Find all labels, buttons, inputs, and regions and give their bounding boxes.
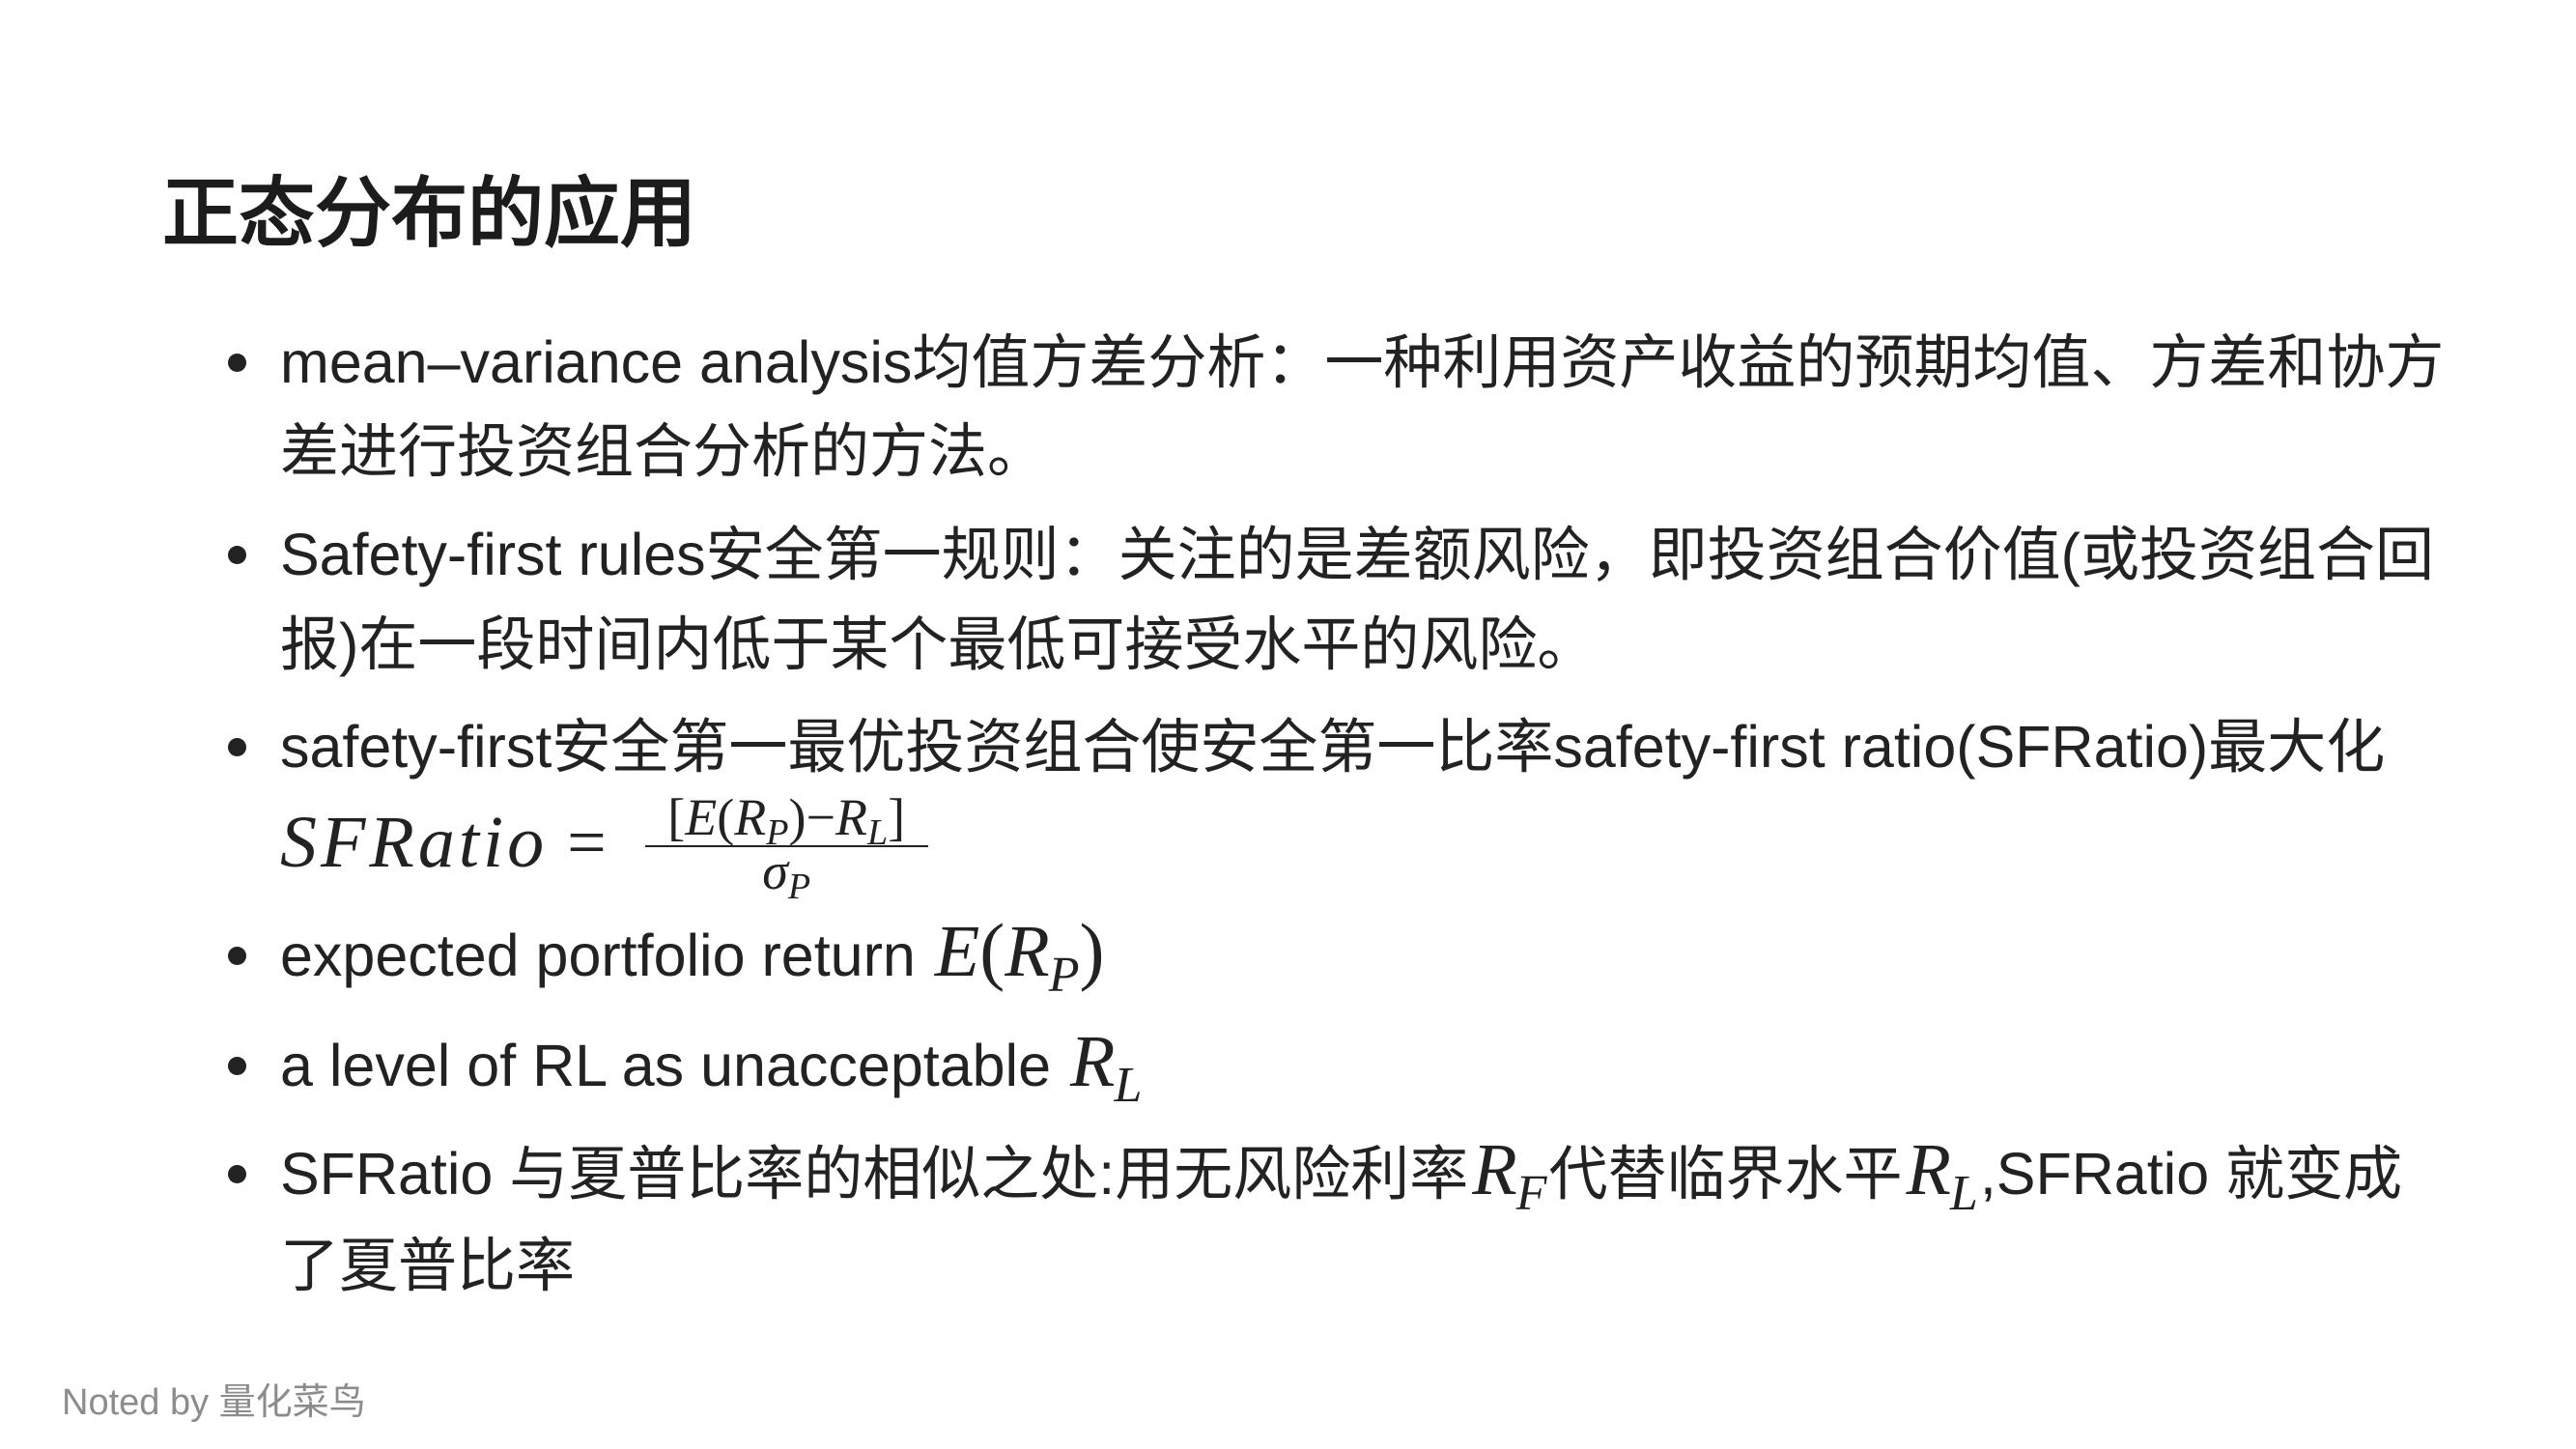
minus-sign: − bbox=[806, 788, 835, 846]
footer-note: Noted by 量化菜鸟 bbox=[62, 1382, 366, 1423]
list-item-line: 报)在一段时间内低于某个最低可接受水平的风险。 bbox=[280, 611, 1597, 677]
formula-lhs: SFRatio bbox=[280, 802, 549, 883]
list-item-line: 了夏普比率 bbox=[280, 1233, 576, 1298]
list-item-line: SFRatio 与夏普比率的相似之处:用无风险利率RF代替临界水平RL,SFRa… bbox=[280, 1129, 2403, 1219]
threshold-subscript: L bbox=[1114, 1058, 1143, 1113]
bullet-dot bbox=[228, 546, 246, 564]
formula-fraction: [E(RP)−RL] σP bbox=[644, 788, 928, 907]
right-bracket: ] bbox=[888, 788, 906, 846]
slide-title: 正态分布的应用 bbox=[162, 170, 696, 256]
bullet-dot bbox=[228, 947, 246, 965]
threshold-symbol: R bbox=[1906, 1129, 1951, 1210]
formula-numerator: [E(RP)−RL] bbox=[667, 788, 906, 853]
right-paren: ) bbox=[788, 788, 807, 846]
risk-free-symbol: R bbox=[1472, 1129, 1517, 1210]
expectation-symbol: E bbox=[685, 788, 718, 846]
return-symbol: R bbox=[1005, 911, 1050, 992]
right-paren: ) bbox=[1079, 908, 1105, 992]
list-item-line: 差进行投资组合分析的方法。 bbox=[280, 418, 1047, 484]
list-item-line: expected portfolio return E(RP) bbox=[280, 911, 1105, 1001]
list-item-text: 代替临界水平 bbox=[1548, 1141, 1903, 1207]
list-item-line: safety-first安全第一最优投资组合使安全第一比率safety-firs… bbox=[280, 714, 2386, 780]
list-item-text: expected portfolio return bbox=[280, 923, 916, 988]
left-paren: ( bbox=[979, 908, 1005, 992]
bullet-dot bbox=[228, 354, 246, 372]
list-item-text: SFRatio 与夏普比率的相似之处:用无风险利率 bbox=[280, 1141, 1469, 1207]
list-item-line: mean–variance analysis均值方差分析：一种利用资产收益的预期… bbox=[280, 329, 2445, 395]
return-symbol: R bbox=[734, 788, 767, 846]
sfratio-formula: SFRatio = [E(RP)−RL] σP bbox=[280, 780, 928, 907]
formula-equals-sign: = bbox=[567, 804, 607, 881]
threshold-subscript: L bbox=[866, 812, 889, 853]
risk-free-rate-math: RF bbox=[1472, 1133, 1546, 1219]
formula-denominator: σP bbox=[762, 845, 810, 907]
return-subscript: P bbox=[1048, 948, 1080, 1003]
list-item-line: a level of RL as unacceptable RL bbox=[280, 1021, 1142, 1111]
risk-free-subscript: F bbox=[1515, 1166, 1547, 1221]
left-bracket: [ bbox=[667, 788, 686, 846]
threshold-math: RL bbox=[1906, 1133, 1977, 1219]
list-item-text: ,SFRatio 就变成 bbox=[1979, 1141, 2403, 1207]
threshold-math: RL bbox=[1070, 1025, 1142, 1111]
bullet-dot bbox=[228, 738, 246, 756]
expectation-symbol: E bbox=[934, 911, 980, 992]
list-item-line: Safety-first rules安全第一规则：关注的是差额风险，即投资组合价… bbox=[280, 522, 2434, 587]
threshold-subscript: L bbox=[1949, 1166, 1978, 1221]
left-paren: ( bbox=[717, 788, 735, 846]
expected-return-math: E(RP) bbox=[935, 913, 1105, 1001]
return-subscript: P bbox=[766, 812, 789, 853]
threshold-symbol: R bbox=[1070, 1021, 1116, 1102]
list-item-text: a level of RL as unacceptable bbox=[280, 1033, 1052, 1098]
bullet-dot bbox=[228, 1165, 246, 1183]
bullet-dot bbox=[228, 1057, 246, 1075]
threshold-symbol: R bbox=[835, 788, 867, 846]
sigma-subscript: P bbox=[787, 867, 811, 907]
